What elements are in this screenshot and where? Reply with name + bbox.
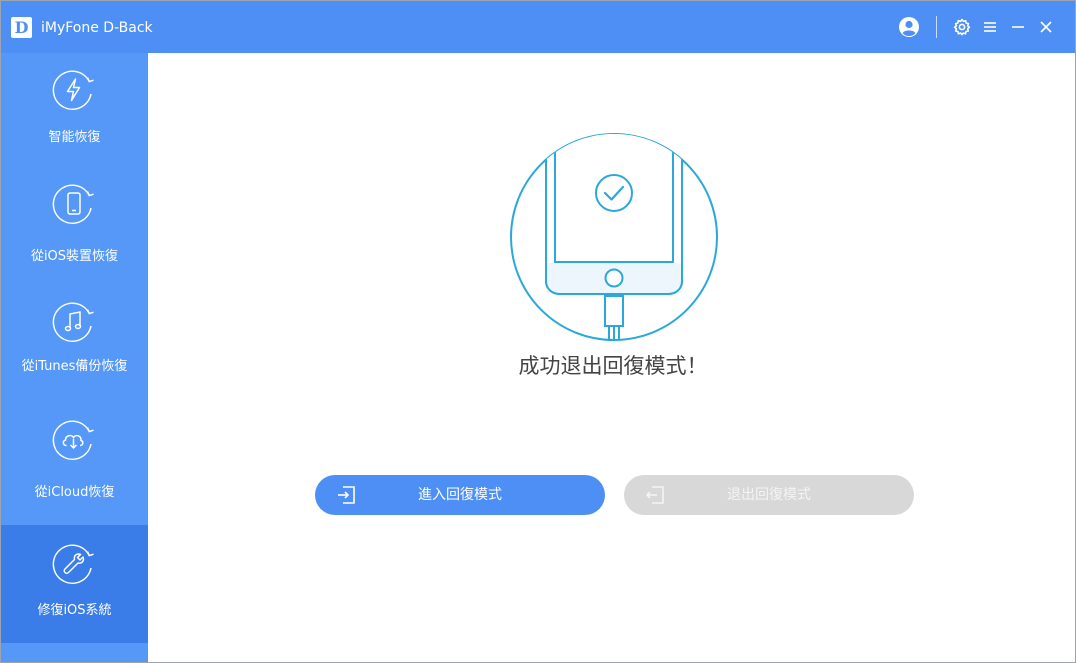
phone-success-illustration bbox=[510, 133, 718, 341]
titlebar-divider bbox=[936, 16, 937, 38]
close-icon[interactable] bbox=[1034, 15, 1058, 39]
smart-recovery-icon bbox=[52, 70, 94, 110]
sidebar-item-itunes-backup[interactable]: 從iTunes備份恢復 bbox=[1, 289, 148, 407]
sidebar-item-repair-ios[interactable]: 修復iOS系統 bbox=[1, 525, 148, 643]
menu-icon[interactable] bbox=[978, 15, 1002, 39]
enter-recovery-mode-button[interactable]: 進入回復模式 bbox=[315, 475, 605, 515]
sidebar-item-ios-device[interactable]: 從iOS裝置恢復 bbox=[1, 171, 148, 289]
minimize-icon[interactable] bbox=[1006, 15, 1030, 39]
settings-icon[interactable] bbox=[950, 15, 974, 39]
exit-recovery-mode-button[interactable]: 退出回復模式 bbox=[624, 475, 914, 515]
app-logo: D bbox=[11, 17, 32, 38]
sidebar-item-label: 從iCloud恢復 bbox=[34, 485, 115, 500]
sidebar: 智能恢復 從iOS裝置恢復 從iTunes備份恢復 從iCloud恢復 修復iO… bbox=[1, 53, 148, 662]
sidebar-item-smart-recovery[interactable]: 智能恢復 bbox=[1, 53, 148, 171]
app-title: iMyFone D-Back bbox=[41, 20, 153, 36]
sidebar-item-label: 從iTunes備份恢復 bbox=[21, 359, 128, 374]
icloud-download-icon bbox=[52, 420, 94, 460]
sidebar-item-label: 修復iOS系統 bbox=[37, 603, 112, 618]
sidebar-item-icloud[interactable]: 從iCloud恢復 bbox=[1, 407, 148, 525]
wrench-repair-icon bbox=[52, 544, 94, 584]
sidebar-item-label: 智能恢復 bbox=[48, 130, 101, 145]
status-message: 成功退出回復模式！ bbox=[518, 354, 708, 378]
ios-device-icon bbox=[52, 184, 94, 224]
exit-button-label: 退出回復模式 bbox=[727, 487, 811, 503]
sidebar-item-label: 從iOS裝置恢復 bbox=[30, 249, 119, 264]
enter-button-label: 進入回復模式 bbox=[418, 487, 502, 503]
app-window: D iMyFone D-Back 智能恢復 從iOS裝置恢復 從iTunes備份… bbox=[0, 0, 1076, 663]
user-account-icon[interactable] bbox=[897, 15, 921, 39]
main-panel: 成功退出回復模式！ 進入回復模式 退出回復模式 bbox=[148, 53, 1075, 662]
title-bar: D iMyFone D-Back bbox=[1, 1, 1075, 53]
itunes-music-icon bbox=[52, 302, 94, 342]
